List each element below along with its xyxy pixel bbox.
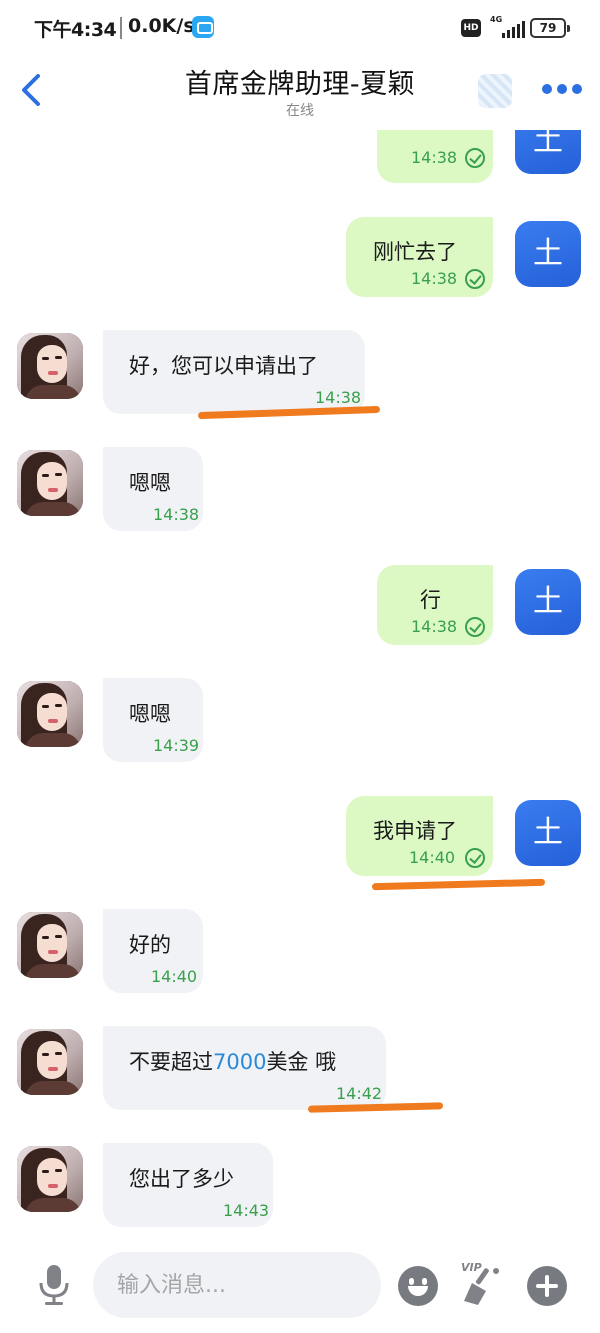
- message-time: 14:38: [411, 617, 458, 636]
- message-bubble-incoming[interactable]: 您出了多少 14:43: [103, 1143, 273, 1227]
- message-text: 到了: [417, 130, 459, 135]
- notification-app-icon: [192, 16, 214, 38]
- message-bubble-outgoing[interactable]: 行 14:38: [377, 565, 493, 645]
- vip-label: VIP: [461, 1261, 482, 1274]
- microphone-icon: [39, 1265, 69, 1305]
- message-text: 嗯嗯: [129, 471, 171, 495]
- chat-header: 首席金牌助理-夏颖 在线: [0, 58, 600, 130]
- message-input[interactable]: [93, 1252, 381, 1318]
- contact-avatar[interactable]: [17, 912, 83, 978]
- message-bubble-incoming[interactable]: 好的 14:40: [103, 909, 203, 993]
- message-text: 刚忙去了: [373, 240, 457, 264]
- contact-avatar-thumbnail[interactable]: [478, 74, 512, 108]
- battery-icon: 79: [530, 18, 570, 38]
- read-check-icon: [465, 148, 485, 168]
- my-avatar[interactable]: 土: [515, 221, 581, 287]
- message-time: 14:38: [411, 148, 458, 167]
- message-bubble-outgoing[interactable]: 我申请了 14:40: [346, 796, 493, 876]
- read-check-icon: [465, 269, 485, 289]
- more-options-button[interactable]: [540, 84, 584, 96]
- contact-avatar[interactable]: [17, 450, 83, 516]
- message-text: 我申请了: [373, 819, 457, 843]
- vip-magic-button[interactable]: VIP: [458, 1261, 504, 1307]
- message-time: 14:38: [153, 505, 200, 524]
- status-net-speed: 0.0K/s: [128, 15, 195, 37]
- status-time: 下午4:34: [34, 19, 117, 41]
- highlight-underline: [371, 878, 546, 891]
- contact-avatar[interactable]: [17, 333, 83, 399]
- more-actions-button[interactable]: [527, 1266, 567, 1306]
- message-time: 14:38: [315, 388, 362, 407]
- input-bar: VIP: [0, 1235, 600, 1333]
- message-text: 好，您可以申请出了: [129, 354, 318, 378]
- message-bubble-incoming[interactable]: 嗯嗯 14:39: [103, 678, 203, 762]
- message-time: 14:39: [153, 736, 200, 755]
- status-bar: 下午4:34 0.0K/s HD 4G 79: [0, 0, 600, 58]
- message-text: 您出了多少: [129, 1167, 234, 1191]
- message-time: 14:43: [223, 1201, 270, 1220]
- my-avatar[interactable]: 土: [515, 130, 581, 174]
- read-check-icon: [465, 848, 485, 868]
- status-divider: [120, 17, 122, 39]
- message-list[interactable]: 到了 14:38 土 刚忙去了 14:38 土 好，您可以申请出了 14:38 …: [0, 130, 600, 1235]
- message-time: 14:40: [409, 848, 456, 867]
- voice-input-button[interactable]: [36, 1263, 72, 1307]
- message-time: 14:42: [336, 1084, 383, 1103]
- message-bubble-incoming[interactable]: 不要超过7000美金 哦 14:42: [103, 1026, 386, 1110]
- message-time: 14:38: [411, 269, 458, 288]
- more-dots-icon: [542, 84, 552, 94]
- contact-avatar[interactable]: [17, 1146, 83, 1212]
- message-text: 嗯嗯: [129, 702, 171, 726]
- message-time: 14:40: [151, 967, 198, 986]
- message-text: 不要超过7000美金 哦: [129, 1050, 337, 1074]
- contact-avatar[interactable]: [17, 681, 83, 747]
- message-bubble-outgoing[interactable]: 到了 14:38: [377, 130, 493, 183]
- signal-icon: [500, 20, 525, 38]
- my-avatar[interactable]: 土: [515, 569, 581, 635]
- message-bubble-outgoing[interactable]: 刚忙去了 14:38: [346, 217, 493, 297]
- emoji-button[interactable]: [398, 1266, 438, 1306]
- message-text: 好的: [129, 933, 171, 957]
- message-bubble-incoming[interactable]: 好，您可以申请出了 14:38: [103, 330, 365, 414]
- message-bubble-incoming[interactable]: 嗯嗯 14:38: [103, 447, 203, 531]
- contact-avatar[interactable]: [17, 1029, 83, 1095]
- my-avatar[interactable]: 土: [515, 800, 581, 866]
- message-text: 行: [420, 588, 441, 612]
- hd-icon: HD: [461, 19, 481, 37]
- amount-number: 7000: [213, 1050, 267, 1074]
- read-check-icon: [465, 617, 485, 637]
